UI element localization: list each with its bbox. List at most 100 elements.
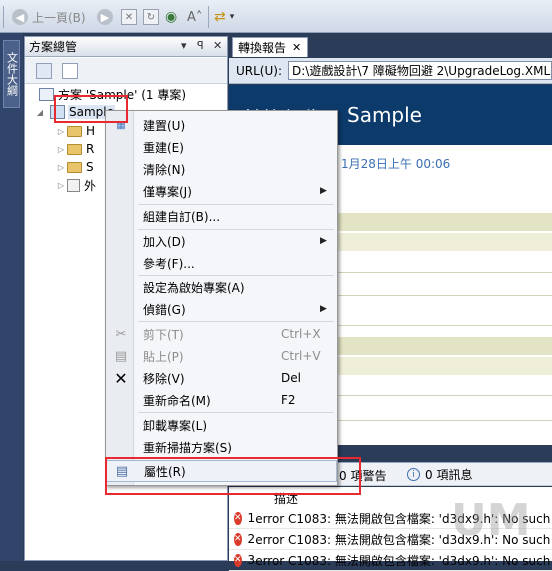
tree-item-label: 外 (84, 178, 97, 193)
menu-item-cut[interactable]: ✂ 剪下(T) Ctrl+X (106, 323, 337, 345)
properties-icon[interactable] (36, 63, 52, 79)
forward-arrow-icon: ▶ (97, 9, 113, 25)
url-label: URL(U): (236, 63, 282, 78)
external-deps-icon (67, 178, 80, 192)
tab-label: 轉換報告 (238, 41, 287, 55)
error-number: 3 (247, 553, 256, 567)
tab-conversion-report[interactable]: 轉換報告 ✕ (232, 37, 308, 57)
solution-explorer-toolbar (25, 58, 227, 84)
highlight-box-properties (105, 457, 361, 495)
pin-icon[interactable]: ꟼ (197, 39, 204, 52)
tree-item-label: S (86, 160, 94, 174)
expand-arrow-icon[interactable]: ▷ (55, 127, 67, 136)
menu-separator (138, 412, 334, 413)
menu-item-label: 偵錯(G) (143, 302, 186, 317)
menu-item-references[interactable]: 參考(F)... (106, 252, 337, 274)
messages-label: 0 項訊息 (425, 468, 473, 482)
menu-item-label: 重新掃描方案(S) (143, 440, 232, 455)
menu-item-build[interactable]: ▦ 建置(U) (106, 114, 337, 136)
document-outline-tab[interactable]: 文件大綱 (3, 40, 20, 108)
solution-explorer-title-bar: 方案總管 ▾ ꟼ ✕ (25, 37, 227, 57)
menu-item-remove[interactable]: ✕ 移除(V) Del (106, 367, 337, 389)
menu-item-label: 剪下(T) (143, 327, 184, 342)
remove-x-icon: ✕ (114, 368, 128, 388)
report-date: 1月28日上午 00:06 (341, 157, 451, 171)
stop-icon: ✕ (121, 9, 137, 25)
menu-item-debug[interactable]: 偵錯(G) ▶ (106, 298, 337, 320)
menu-item-label: 貼上(P) (143, 349, 184, 364)
menu-item-label: 僅專案(J) (143, 184, 192, 199)
panel-menu-icon[interactable]: ▾ (181, 39, 187, 52)
menu-item-set-startup-project[interactable]: 設定為啟始專案(A) (106, 276, 337, 298)
expand-arrow-icon[interactable]: ▷ (55, 181, 67, 190)
font-size-icon: A˄ (187, 9, 203, 25)
url-input[interactable]: D:\遊戲設計\7 障礙物回避 2\UpgradeLog.XML (288, 61, 552, 80)
report-title: Sample (347, 103, 422, 127)
submenu-arrow-icon: ▶ (320, 186, 327, 196)
toolbar-grip (3, 6, 4, 28)
sync-icon: ⇄ (214, 9, 226, 25)
menu-item-label: 加入(D) (143, 234, 186, 249)
tree-item[interactable]: ▷ S (55, 158, 94, 176)
menu-item-project-only[interactable]: 僅專案(J) ▶ (106, 180, 337, 202)
show-all-files-icon[interactable] (62, 63, 78, 79)
url-value: D:\遊戲設計\7 障礙物回避 2\UpgradeLog.XML (292, 64, 551, 78)
toolbar-separator (208, 6, 209, 28)
highlight-box-project (54, 95, 128, 123)
menu-item-label: 重新命名(M) (143, 393, 211, 408)
tree-item[interactable]: ▷ H (55, 122, 95, 140)
error-number: 2 (247, 532, 256, 546)
submenu-arrow-icon: ▶ (320, 236, 327, 246)
folder-icon (67, 161, 82, 173)
home-button[interactable]: ◉ (165, 7, 177, 27)
dropdown-arrow-icon: ▾ (229, 12, 235, 22)
back-button[interactable]: ◀ 上一頁(B) (12, 7, 86, 27)
menu-item-label: 建置(U) (143, 118, 186, 133)
error-icon: ✕ (234, 532, 242, 546)
main-toolbar: ◀ 上一頁(B) ▶ ✕ ↻ ◉ A˄ ⇄ ▾ (0, 0, 552, 33)
solution-explorer-title: 方案總管 (29, 40, 78, 54)
tree-item-label: R (86, 142, 95, 156)
error-icon: ✕ (234, 511, 242, 525)
folder-icon (67, 125, 82, 137)
project-context-menu: ▦ 建置(U) 重建(E) 清除(N) 僅專案(J) ▶ 組建自訂(B)... … (105, 110, 338, 486)
tree-item[interactable]: ▷ R (55, 140, 94, 158)
expand-arrow-icon[interactable]: ▷ (55, 163, 67, 172)
clipboard-icon: ▤ (114, 348, 128, 364)
menu-item-unload-project[interactable]: 卸載專案(L) (106, 414, 337, 436)
menu-item-shortcut: Del (281, 371, 301, 385)
menu-item-clean[interactable]: 清除(N) (106, 158, 337, 180)
tree-item[interactable]: ▷ 外 (55, 176, 96, 194)
menu-item-add[interactable]: 加入(D) ▶ (106, 230, 337, 252)
font-size-button[interactable]: A˄ (187, 7, 202, 27)
submenu-arrow-icon: ▶ (320, 304, 327, 314)
menu-item-paste[interactable]: ▤ 貼上(P) Ctrl+V (106, 345, 337, 367)
scissors-icon: ✂ (115, 326, 127, 342)
stop-button[interactable]: ✕ (121, 7, 137, 27)
close-icon[interactable]: ✕ (213, 39, 222, 52)
tab-close-icon[interactable]: ✕ (292, 41, 301, 54)
menu-item-rebuild[interactable]: 重建(E) (106, 136, 337, 158)
menu-item-label: 移除(V) (143, 371, 185, 386)
sync-button[interactable]: ⇄ ▾ (214, 7, 234, 27)
menu-item-label: 清除(N) (143, 162, 186, 177)
menu-item-build-customizations[interactable]: 組建自訂(B)... (106, 205, 337, 227)
watermark: UM (451, 495, 531, 546)
url-bar: URL(U): D:\遊戲設計\7 障礙物回避 2\UpgradeLog.XML (229, 58, 552, 84)
refresh-icon: ↻ (143, 9, 159, 25)
error-list: 描述 ✕ 1 error C1083: 無法開啟包含檔案: 'd3dx9.h':… (229, 487, 552, 571)
menu-item-rescan-solution[interactable]: 重新掃描方案(S) (106, 436, 337, 458)
messages-filter[interactable]: i 0 項訊息 (407, 466, 472, 483)
forward-button[interactable]: ▶ (97, 7, 117, 27)
menu-item-shortcut: F2 (281, 393, 296, 407)
menu-item-label: 參考(F)... (143, 256, 195, 271)
menu-item-label: 設定為啟始專案(A) (143, 280, 245, 295)
menu-item-rename[interactable]: 重新命名(M) F2 (106, 389, 337, 411)
back-arrow-icon: ◀ (12, 9, 28, 25)
refresh-button[interactable]: ↻ (143, 7, 159, 27)
menu-item-label: 卸載專案(L) (143, 418, 208, 433)
tree-item-label: H (86, 124, 96, 138)
error-icon: ✕ (234, 553, 242, 567)
expand-arrow-icon[interactable]: ▷ (55, 145, 67, 154)
expand-collapse-icon[interactable]: ◢ (34, 108, 46, 117)
